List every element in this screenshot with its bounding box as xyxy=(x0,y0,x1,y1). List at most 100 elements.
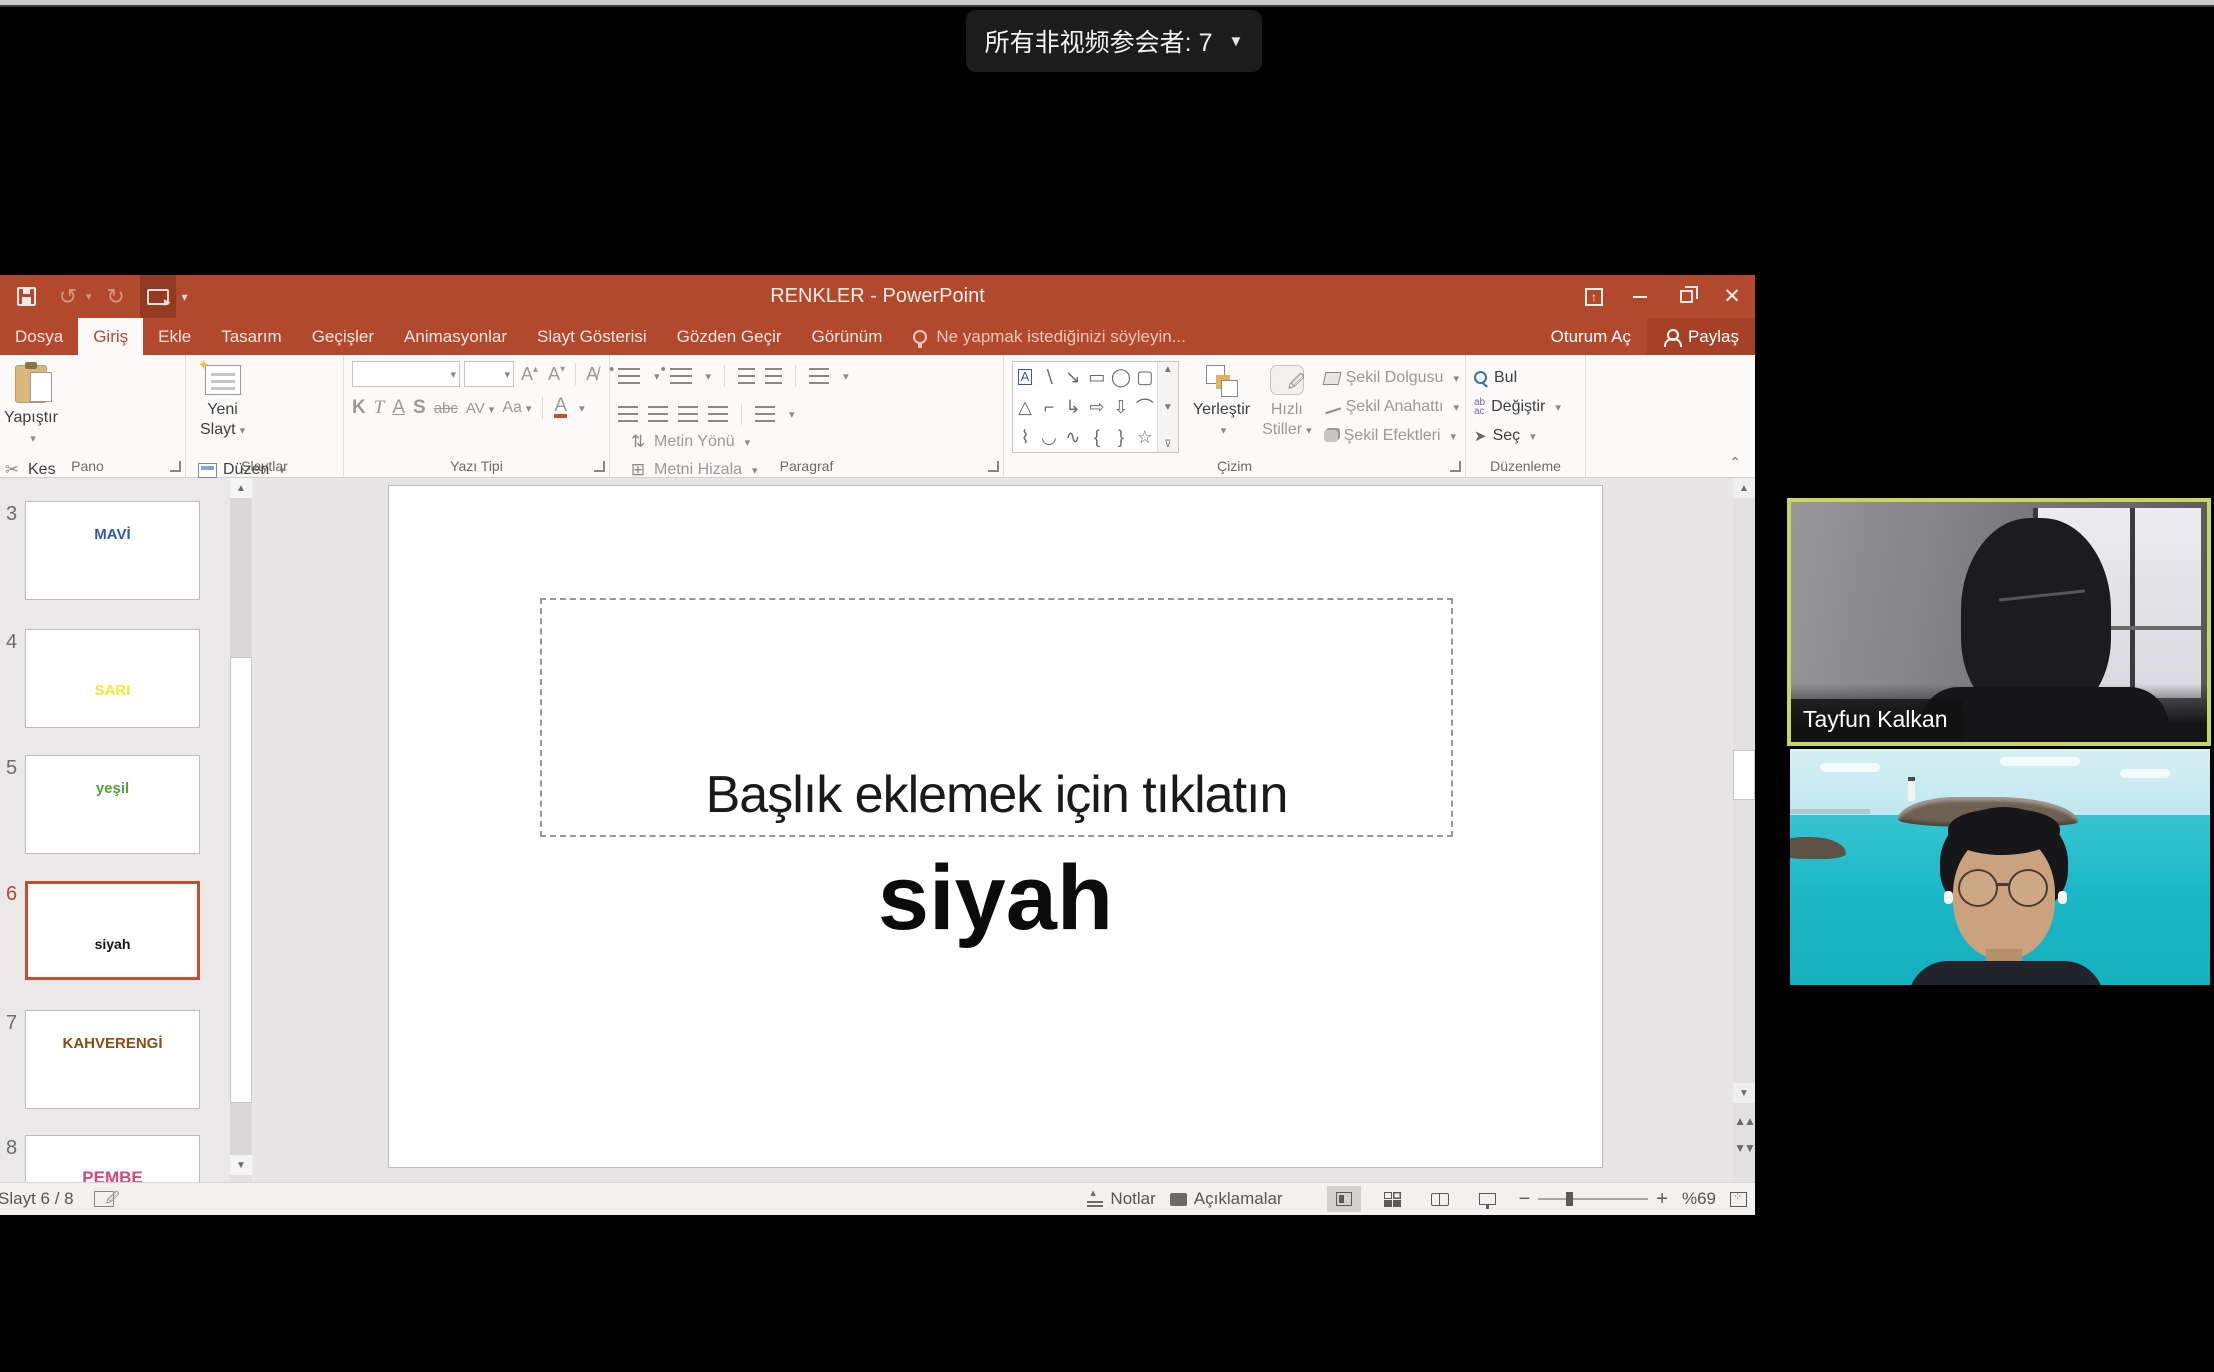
comments-toggle[interactable]: Açıklamalar xyxy=(1170,1189,1283,1209)
share-button[interactable]: Paylaş xyxy=(1647,318,1755,355)
shapes-more-icon[interactable]: ⊽ xyxy=(1164,439,1171,450)
clear-formatting-button[interactable]: A̸ xyxy=(583,364,601,385)
tab-ekle[interactable]: Ekle xyxy=(143,318,206,355)
start-slideshow-button[interactable] xyxy=(140,275,176,318)
shapes-scroll-up-icon[interactable]: ▲ xyxy=(1163,364,1173,375)
character-spacing-button[interactable]: AV▾ xyxy=(466,400,494,417)
text-shadow-button[interactable]: S xyxy=(413,397,426,419)
italic-button[interactable]: T xyxy=(374,397,385,419)
numbering-icon[interactable] xyxy=(670,368,692,384)
font-color-dropdown[interactable]: ▾ xyxy=(579,402,585,415)
scrollbar-thumb[interactable] xyxy=(1733,750,1755,800)
redo-button[interactable]: ↻ xyxy=(98,275,134,318)
shape-elbow-arrow[interactable]: ↳ xyxy=(1065,397,1080,418)
shape-textbox[interactable]: A xyxy=(1018,369,1033,385)
underline-button[interactable]: A xyxy=(392,397,405,419)
change-case-button[interactable]: Aa▾ xyxy=(502,399,531,417)
bullets-icon[interactable] xyxy=(618,368,640,384)
restore-button[interactable] xyxy=(1663,275,1709,318)
save-button[interactable] xyxy=(8,275,44,318)
scrollbar-thumb[interactable] xyxy=(230,657,252,1103)
paste-button[interactable]: Yapıştır▾ xyxy=(0,361,64,453)
sign-in-button[interactable]: Oturum Aç xyxy=(1535,318,1647,355)
scroll-up-button[interactable]: ▲ xyxy=(1733,478,1755,498)
shape-arrow-line[interactable]: ↘ xyxy=(1065,367,1080,388)
shape-effects-button[interactable]: Şekil Efektleri▾ xyxy=(1324,423,1459,449)
line-spacing-icon[interactable] xyxy=(809,368,829,384)
cizim-dialog-launcher[interactable] xyxy=(1450,461,1461,472)
tab-giris[interactable]: Giriş xyxy=(78,318,143,355)
shape-wave[interactable]: ∿ xyxy=(1065,427,1080,448)
arrange-button[interactable]: Yerleştir▾ xyxy=(1187,361,1256,453)
title-placeholder[interactable]: Başlık eklemek için tıklatın xyxy=(540,598,1453,837)
normal-view-button[interactable] xyxy=(1327,1186,1361,1212)
tell-me-box[interactable]: Ne yapmak istediğinizi söyleyin... xyxy=(913,318,1185,355)
participants-banner[interactable]: 所有非视频参会者: 7 ▼ xyxy=(966,10,1262,72)
shape-fill-button[interactable]: Şekil Dolgusu▾ xyxy=(1324,365,1459,391)
grow-font-button[interactable]: A xyxy=(518,364,541,385)
tab-dosya[interactable]: Dosya xyxy=(0,318,78,355)
shape-right-arrow[interactable]: ⇨ xyxy=(1089,397,1104,418)
video-tile-active-speaker[interactable]: Tayfun Kalkan xyxy=(1787,498,2211,746)
font-color-button[interactable]: A xyxy=(554,398,567,418)
shapes-scroll-down-icon[interactable]: ▼ xyxy=(1163,402,1173,413)
text-direction-button[interactable]: ⇅Metin Yönü▾ xyxy=(628,429,814,455)
font-size-combobox[interactable]: ▾ xyxy=(464,361,514,387)
shape-scribble[interactable]: ⌇ xyxy=(1021,427,1030,448)
shape-triangle[interactable]: △ xyxy=(1018,397,1032,418)
scroll-down-button[interactable]: ▼ xyxy=(230,1155,252,1175)
tab-animasyonlar[interactable]: Animasyonlar xyxy=(389,318,522,355)
thumbnail-panel-scrollbar[interactable]: ▲ ▼ xyxy=(230,478,252,1182)
zoom-slider[interactable] xyxy=(1538,1198,1648,1200)
justify-icon[interactable] xyxy=(708,406,728,422)
tab-gecisler[interactable]: Geçişler xyxy=(297,318,389,355)
tab-gozden-gecir[interactable]: Gözden Geçir xyxy=(662,318,797,355)
slide-text-siyah[interactable]: siyah xyxy=(389,846,1602,951)
shape-star[interactable]: ☆ xyxy=(1137,427,1153,448)
notes-toggle[interactable]: Notlar xyxy=(1087,1189,1155,1209)
select-button[interactable]: ➤Seç▾ xyxy=(1474,423,1561,449)
strikethrough-button[interactable]: abc xyxy=(434,400,458,417)
slide-canvas[interactable]: Başlık eklemek için tıklatın siyah xyxy=(388,485,1603,1168)
decrease-indent-icon[interactable] xyxy=(738,368,755,384)
collapse-ribbon-button[interactable]: ⌃ xyxy=(1729,454,1741,471)
align-left-icon[interactable] xyxy=(618,406,638,422)
shrink-font-button[interactable]: A xyxy=(545,364,568,385)
video-tile-second-participant[interactable] xyxy=(1790,749,2210,985)
scroll-up-button[interactable]: ▲ xyxy=(230,478,252,498)
next-slide-button[interactable]: ▼▼ xyxy=(1733,1138,1755,1158)
bold-button[interactable]: K xyxy=(352,397,366,419)
shape-ellipse[interactable]: ◯ xyxy=(1111,367,1131,388)
zoom-slider-thumb[interactable] xyxy=(1566,1192,1573,1206)
shape-elbow[interactable]: ⌐ xyxy=(1044,397,1055,418)
reading-view-button[interactable] xyxy=(1423,1186,1457,1212)
tab-gorunum[interactable]: Görünüm xyxy=(797,318,898,355)
customize-qat-button[interactable]: ▾ xyxy=(182,290,188,304)
align-center-icon[interactable] xyxy=(648,406,668,422)
align-right-icon[interactable] xyxy=(678,406,698,422)
previous-slide-button[interactable]: ▲▲ xyxy=(1733,1111,1755,1131)
scroll-down-button[interactable]: ▼ xyxy=(1733,1083,1755,1103)
pano-dialog-launcher[interactable] xyxy=(170,461,181,472)
ribbon-display-options-button[interactable]: ↑ xyxy=(1571,275,1617,318)
slideshow-view-button[interactable] xyxy=(1471,1186,1505,1212)
shape-right-brace[interactable]: } xyxy=(1118,427,1124,448)
slide-thumbnail-7[interactable]: KAHVERENGİ xyxy=(25,1010,200,1109)
zoom-in-button[interactable]: + xyxy=(1656,1188,1668,1211)
shape-line[interactable]: ∖ xyxy=(1043,367,1054,388)
undo-button[interactable]: ↺ xyxy=(50,275,86,318)
editor-scrollbar[interactable]: ▲ ▼ ▲▲ ▼▼ xyxy=(1733,478,1755,1182)
new-slide-button[interactable]: YeniSlayt▾ xyxy=(194,361,251,453)
shapes-gallery-scrollbar[interactable]: ▲ ▼ ⊽ xyxy=(1157,362,1178,452)
slide-thumbnail-4[interactable]: SARI xyxy=(25,629,200,728)
shape-arc-block[interactable]: ⌒ xyxy=(1136,394,1154,420)
replace-button[interactable]: abacDeğiştir▾ xyxy=(1474,394,1561,420)
minimize-button[interactable] xyxy=(1617,275,1663,318)
spell-check-icon[interactable] xyxy=(94,1191,114,1207)
slide-thumbnail-6-selected[interactable]: siyah xyxy=(25,881,200,980)
shape-down-arrow[interactable]: ⇩ xyxy=(1113,397,1128,418)
font-name-combobox[interactable]: ▾ xyxy=(352,361,460,387)
shape-rounded-rectangle[interactable]: ▢ xyxy=(1136,367,1153,388)
tab-tasarim[interactable]: Tasarım xyxy=(206,318,296,355)
columns-icon[interactable] xyxy=(755,406,775,422)
